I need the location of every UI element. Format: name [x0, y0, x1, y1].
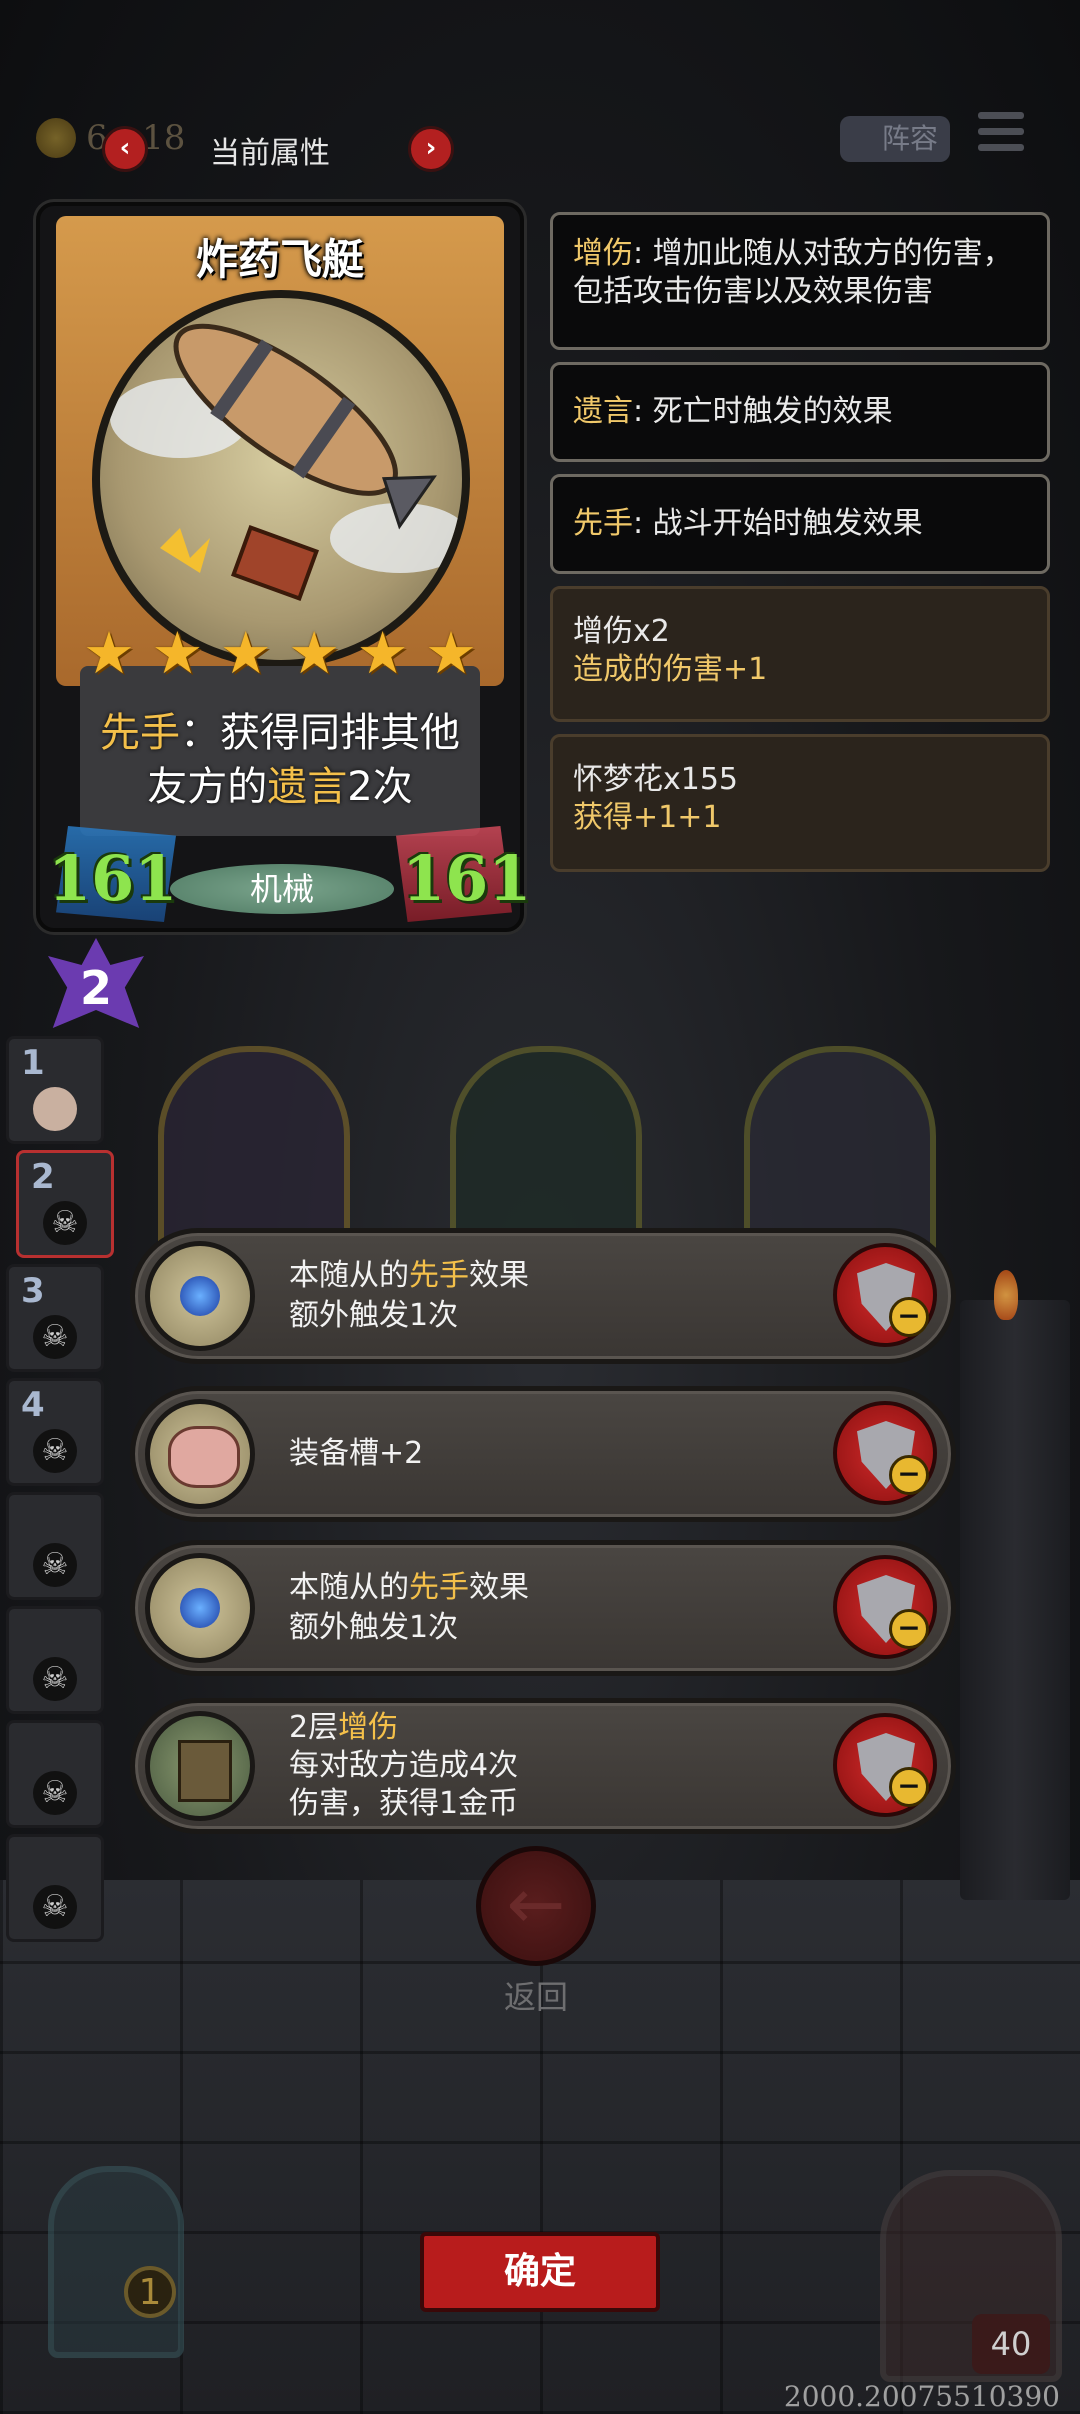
- buff-detail: 造成的伤害+1: [573, 652, 768, 687]
- menu-icon[interactable]: [978, 112, 1024, 158]
- equipment-row-1: 本随从的先手效果 额外触发1次 −: [130, 1228, 956, 1364]
- player-hero-portrait[interactable]: [48, 2166, 184, 2358]
- buff-panel-flower: 怀梦花x155 获得+1+1: [550, 734, 1050, 872]
- skull-icon: ☠: [33, 1429, 77, 1473]
- tier-badge: 2: [48, 938, 144, 1028]
- keyword-panel-damage: 增伤: 增加此随从对敌方的伤害，包括攻击伤害以及效果伤害: [550, 212, 1050, 350]
- skull-icon: ☠: [33, 1885, 77, 1929]
- star-icon: ★: [151, 619, 204, 687]
- confirm-button[interactable]: 确定: [420, 2232, 660, 2312]
- skull-icon: ☠: [43, 1201, 87, 1245]
- coin-icon: [36, 118, 76, 158]
- star-icon: ★: [356, 619, 409, 687]
- next-attribute-button[interactable]: ›: [408, 126, 454, 172]
- equipment-text: 本随从的先手效果 额外触发1次: [289, 1570, 529, 1645]
- card-name: 炸药飞艇: [195, 235, 364, 284]
- tribe-label: 机械: [170, 864, 394, 914]
- remove-equipment-button[interactable]: −: [833, 1243, 937, 1347]
- buff-title: 怀梦花x155: [573, 762, 739, 797]
- back-button[interactable]: ←: [476, 1846, 596, 1966]
- lineup-slot-8[interactable]: ☠: [6, 1834, 104, 1942]
- minus-icon: −: [889, 1297, 929, 1337]
- remove-equipment-button[interactable]: −: [833, 1713, 937, 1817]
- lineup-slot-6[interactable]: ☠: [6, 1606, 104, 1714]
- star-icon: ★: [288, 619, 341, 687]
- stone-pillar: [960, 1300, 1070, 1900]
- lineup-slot-1[interactable]: 1: [6, 1036, 104, 1144]
- hero-level-badge: 1: [124, 2266, 176, 2318]
- remove-equipment-button[interactable]: −: [833, 1555, 937, 1659]
- skull-icon: ☠: [33, 1771, 77, 1815]
- keyword-panel-first-strike: 先手: 战斗开始时触发效果: [550, 474, 1050, 574]
- keyword-panel-deathrattle: 遗言: 死亡时触发的效果: [550, 362, 1050, 462]
- attack-value: 161: [48, 842, 178, 915]
- equipment-text: 本随从的先手效果 额外触发1次: [289, 1258, 529, 1333]
- equipment-row-2: 装备槽+2 −: [130, 1386, 956, 1522]
- equipment-text: 2层增伤 每对敌方造成4次 伤害，获得1金币: [289, 1710, 519, 1821]
- blue-orb-icon: [145, 1553, 255, 1663]
- opponent-hp: 40: [972, 2314, 1050, 2374]
- star-icon: ★: [83, 619, 135, 687]
- lineup-slot-3[interactable]: 3 ☠: [6, 1264, 104, 1372]
- buff-detail: 获得+1+1: [573, 800, 722, 835]
- machine-icon: [145, 1711, 255, 1821]
- equipment-row-4: 2层增伤 每对敌方造成4次 伤害，获得1金币 −: [130, 1698, 956, 1834]
- ability-text: 先手：获得同排其他 友方的遗言2次: [100, 710, 460, 810]
- buff-panel-damage: 增伤x2 造成的伤害+1: [550, 586, 1050, 722]
- back-label: 返回: [503, 1978, 568, 2016]
- lineup-button[interactable]: 阵容: [840, 116, 950, 162]
- blue-orb-icon: [145, 1241, 255, 1351]
- minus-icon: −: [889, 1767, 929, 1807]
- lineup-slot-4[interactable]: 4 ☠: [6, 1378, 104, 1486]
- minus-icon: −: [889, 1455, 929, 1495]
- minion-portrait: [33, 1087, 77, 1131]
- remove-equipment-button[interactable]: −: [833, 1401, 937, 1505]
- equipment-text: 装备槽+2: [289, 1436, 424, 1471]
- star-rating: ★ ★ ★ ★ ★ ★: [80, 624, 480, 682]
- page-title: 当前属性: [210, 136, 330, 171]
- equipment-row-3: 本随从的先手效果 额外触发1次 −: [130, 1540, 956, 1676]
- airship-art: [92, 290, 470, 668]
- minus-icon: −: [889, 1609, 929, 1649]
- pig-icon: [145, 1399, 255, 1509]
- torch-icon: [994, 1270, 1018, 1320]
- buff-title: 增伤x2: [573, 614, 670, 649]
- minion-card: 炸药飞艇 ★ ★ ★ ★ ★ ★ 先手：获得同排其他 友方的遗言2次 161 机…: [36, 202, 531, 932]
- prev-attribute-button[interactable]: ‹: [102, 126, 148, 172]
- lineup-slot-2[interactable]: 2 ☠: [16, 1150, 114, 1258]
- skull-icon: ☠: [33, 1657, 77, 1701]
- star-icon: ★: [219, 619, 272, 687]
- skull-icon: ☠: [33, 1315, 77, 1359]
- lineup-slot-7[interactable]: ☠: [6, 1720, 104, 1828]
- health-value: 161: [402, 842, 532, 915]
- skull-icon: ☠: [33, 1543, 77, 1587]
- lineup-slot-5[interactable]: ☠: [6, 1492, 104, 1600]
- star-icon: ★: [424, 619, 477, 687]
- version-text: 2000.20075510390: [783, 2380, 1060, 2413]
